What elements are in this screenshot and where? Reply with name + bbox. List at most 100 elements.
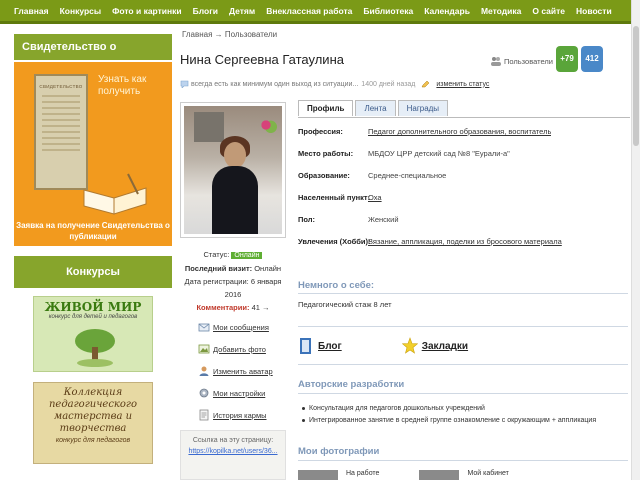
promo-collection-title: Коллекция педагогического мастерства и т…	[48, 387, 138, 434]
scrollbar[interactable]	[631, 0, 640, 480]
field-gender: Пол: Женский	[298, 214, 628, 236]
user-menu: Мои сообщения Добавить фото Изменить ава…	[198, 316, 298, 426]
change-status-link[interactable]: изменить статус	[436, 81, 489, 88]
book-icon	[83, 173, 147, 215]
menu-add-photo[interactable]: Добавить фото	[198, 338, 298, 360]
field-workplace: Место работы: МБДОУ ЦРР детский сад №8 "…	[298, 148, 628, 170]
list-item[interactable]: Консультация для педагогов дошкольных уч…	[302, 402, 632, 414]
promo-collection-subtitle: конкурс для педагогов	[55, 437, 131, 444]
rating-badge[interactable]: +79	[556, 46, 578, 72]
nav-item-library[interactable]: Библиотека	[363, 6, 413, 16]
photos-title: Мои фотографии	[298, 446, 380, 457]
nav-item-calendar[interactable]: Календарь	[424, 6, 470, 16]
star-icon	[401, 337, 418, 354]
last-visit-value: Онлайн	[254, 264, 282, 273]
field-value[interactable]: Педагог дополнительного образования, вос…	[368, 126, 551, 137]
users-link-label: Пользователи	[504, 56, 553, 66]
menu-settings[interactable]: Мои настройки	[198, 382, 298, 404]
nav-item-home[interactable]: Главная	[14, 6, 49, 16]
contests-header[interactable]: Конкурсы	[14, 256, 172, 288]
field-education: Образование: Среднее-специальное	[298, 170, 628, 192]
scrollbar-thumb[interactable]	[633, 26, 639, 146]
breadcrumb[interactable]: Главная → Пользователи	[182, 30, 277, 39]
photo-thumbnail[interactable]	[298, 470, 338, 480]
menu-karma-history-label: История кармы	[213, 410, 267, 420]
menu-settings-label: Мои настройки	[213, 388, 266, 398]
developments-title: Авторские разработки	[298, 379, 405, 390]
nav-item-news[interactable]: Новости	[576, 6, 612, 16]
envelope-icon	[198, 323, 210, 332]
promo-pedagogical-collection[interactable]: Коллекция педагогического мастерства и т…	[33, 382, 153, 464]
promo-living-world[interactable]: ЖИВОЙ МИР конкурс для детей и педагогов	[33, 296, 153, 372]
registration-date: Дата регистрации: 6 января 2016	[184, 277, 282, 299]
photo-caption[interactable]: На работе	[346, 470, 379, 480]
menu-messages[interactable]: Мои сообщения	[198, 316, 298, 338]
tab-profile[interactable]: Профиль	[298, 100, 354, 116]
field-label: Образование:	[298, 171, 350, 180]
karma-badge[interactable]: 412	[581, 46, 603, 72]
field-hobbies: Увлечения (Хобби): Вязание, аппликация, …	[298, 236, 628, 258]
nav-item-contests[interactable]: Конкурсы	[60, 6, 102, 16]
blog-label: Блог	[318, 340, 342, 352]
online-badge: Онлайн	[231, 252, 263, 259]
nav-item-photos[interactable]: Фото и картинки	[112, 6, 182, 16]
page-title: Нина Сергеевна Гатаулина	[180, 52, 344, 67]
nav-item-blogs[interactable]: Блоги	[193, 6, 218, 16]
users-link[interactable]: Пользователи	[490, 56, 553, 66]
comments-label: Комментарии:	[196, 303, 250, 312]
menu-karma-history[interactable]: История кармы	[198, 404, 298, 426]
nav-item-extracurricular[interactable]: Внеклассная работа	[266, 6, 352, 16]
tree-icon	[75, 329, 115, 367]
bookmarks-link[interactable]: Закладки	[401, 337, 469, 355]
profile-fields: Профессия: Педагог дополнительного образ…	[298, 126, 628, 258]
certificate-caption[interactable]: Заявка на получение Свидетельства о публ…	[14, 220, 172, 242]
certificate-doc-title: СВИДЕТЕЛЬСТВО	[39, 84, 83, 89]
nav-item-kids[interactable]: Детям	[229, 6, 255, 16]
page-link-url[interactable]: https://kopilka.net/users/36...	[181, 446, 285, 457]
quick-links: Блог Закладки	[298, 332, 628, 360]
about-title: Немного о себе:	[298, 280, 375, 291]
links-divider-top	[298, 326, 628, 327]
tab-feed[interactable]: Лента	[355, 100, 396, 116]
certificate-banner[interactable]: СВИДЕТЕЛЬСТВО Узнать как получить Заявка…	[14, 62, 172, 246]
avatar[interactable]	[180, 102, 286, 238]
field-value[interactable]: Оха	[368, 192, 382, 203]
list-item[interactable]: Интегрированное занятие в средней группе…	[302, 414, 632, 426]
comments-count[interactable]: Комментарии: 41 →	[180, 301, 286, 314]
blog-link[interactable]: Блог	[298, 337, 342, 355]
comments-value: 41 →	[251, 303, 270, 312]
page-link-box: Ссылка на эту страницу: https://kopilka.…	[180, 430, 286, 480]
certificate-how-to[interactable]: Узнать как получить	[98, 74, 172, 98]
pencil-icon	[421, 80, 430, 88]
status-message: всегда есть как минимум один выход из си…	[191, 80, 359, 88]
top-navigation: Главная Конкурсы Фото и картинки Блоги Д…	[0, 0, 640, 24]
nav-item-methodology[interactable]: Методика	[481, 6, 521, 16]
promo-living-world-subtitle: конкурс для детей и педагогов	[48, 314, 138, 320]
profile-main: Главная → Пользователи Нина Сергеевна Га…	[180, 26, 630, 480]
left-sidebar: Свидетельство о публикации СВИДЕТЕЛЬСТВО…	[14, 34, 172, 480]
field-value: Среднее-специальное	[368, 171, 447, 180]
certificate-header[interactable]: Свидетельство о публикации	[14, 34, 172, 79]
page-link-label: Ссылка на эту страницу:	[192, 437, 274, 444]
last-visit-label: Последний визит:	[184, 264, 253, 273]
developments-divider	[298, 393, 628, 394]
photo-thumbnail[interactable]	[419, 470, 460, 480]
about-text: Педагогический стаж 8 лет	[298, 300, 392, 309]
menu-messages-label: Мои сообщения	[213, 322, 269, 332]
photo-caption[interactable]: Мой кабинет	[467, 470, 508, 480]
user-info: Статус: Онлайн Последний визит: Онлайн Д…	[180, 248, 286, 314]
tab-awards[interactable]: Награды	[397, 100, 449, 116]
links-divider-bottom	[298, 364, 628, 365]
bookmarks-label: Закладки	[421, 340, 469, 352]
field-value[interactable]: Вязание, аппликация, поделки из бросовог…	[368, 236, 562, 247]
photo-icon	[198, 344, 210, 354]
settings-icon	[199, 388, 209, 398]
field-label: Населенный пункт:	[298, 193, 371, 202]
about-divider	[298, 293, 628, 294]
menu-change-avatar[interactable]: Изменить аватар	[198, 360, 298, 382]
avatar-icon	[199, 366, 209, 376]
nav-item-about[interactable]: О сайте	[532, 6, 565, 16]
karma-icon	[199, 409, 209, 421]
photos-row: На работе Мой кабинет	[298, 470, 628, 480]
tabs-divider	[298, 117, 630, 118]
